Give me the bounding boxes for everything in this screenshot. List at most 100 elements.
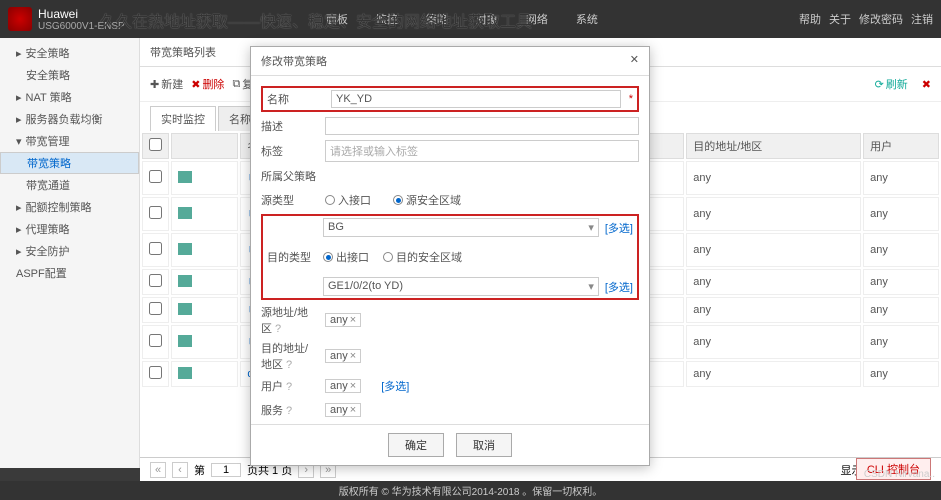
sidebar-bandwidth-policy[interactable]: 带宽策略 <box>0 152 139 174</box>
sidebar-security-policy[interactable]: ▸ 安全策略 <box>0 42 139 64</box>
radio-in-interface[interactable]: 入接口 <box>325 192 371 208</box>
lbl-svc: 服务 <box>261 402 317 418</box>
row-user: any <box>863 325 939 359</box>
cancel-button[interactable]: 取消 <box>456 433 512 457</box>
more-link[interactable]: [多选] <box>605 220 633 236</box>
tag-input[interactable]: 请选择或输入标签 <box>325 140 639 162</box>
row-user: any <box>863 361 939 387</box>
sidebar-nat-policy[interactable]: ▸ NAT 策略 <box>0 86 139 108</box>
row-icon <box>178 207 192 219</box>
row-icon <box>178 367 192 379</box>
nav-monitor[interactable]: 监控 <box>368 7 406 31</box>
sidebar-proxy[interactable]: ▸ 代理策略 <box>0 218 139 240</box>
sidebar: ▸ 安全策略 安全策略 ▸ NAT 策略 ▸ 服务器负载均衡 ▾ 带宽管理 带宽… <box>0 38 140 468</box>
topbar: Huawei USG6000V1-ENSP 面板 监控 策略 对象 网络 系统 … <box>0 0 941 38</box>
row-icon <box>178 303 192 315</box>
lbl-desc: 描述 <box>261 118 317 134</box>
col-check[interactable] <box>142 133 169 159</box>
nav-object[interactable]: 对象 <box>468 7 506 31</box>
edit-policy-modal: 修改带宽策略 ✕ 名称 YK_YD * 描述 标签请选择或输入标签 所属父策略 … <box>250 46 650 466</box>
nav-system[interactable]: 系统 <box>568 7 606 31</box>
about-link[interactable]: 关于 <box>829 11 851 27</box>
lbl-user: 用户 <box>261 378 317 394</box>
lbl-name: 名称 <box>267 91 323 107</box>
lbl-src-zone: 源地址/地区 <box>261 304 317 336</box>
change-password-link[interactable]: 修改密码 <box>859 11 903 27</box>
desc-input[interactable] <box>325 117 639 135</box>
sidebar-aspf[interactable]: ASPF配置 <box>0 262 139 284</box>
row-dst: any <box>686 361 861 387</box>
sidebar-quota[interactable]: ▸ 配额控制策略 <box>0 196 139 218</box>
chip-any[interactable]: any× <box>325 313 361 327</box>
row-checkbox[interactable] <box>149 242 162 255</box>
row-checkbox[interactable] <box>149 206 162 219</box>
row-checkbox[interactable] <box>149 302 162 315</box>
brand-model: USG6000V1-ENSP <box>38 21 125 32</box>
logout-link[interactable]: 注销 <box>911 11 933 27</box>
huawei-logo-icon <box>8 7 32 31</box>
page-input[interactable] <box>211 463 241 477</box>
brand-name: Huawei <box>38 7 125 21</box>
lbl-parent: 所属父策略 <box>261 168 317 184</box>
top-right-links: 帮助 关于 修改密码 注销 <box>799 11 933 27</box>
col-icon <box>171 133 238 159</box>
row-checkbox[interactable] <box>149 170 162 183</box>
row-user: any <box>863 197 939 231</box>
src-zone-select[interactable]: BG▾ <box>323 218 599 237</box>
row-icon <box>178 335 192 347</box>
row-dst: any <box>686 269 861 295</box>
row-user: any <box>863 161 939 195</box>
lbl-src-type: 源类型 <box>261 192 317 208</box>
lbl-tag: 标签 <box>261 143 317 159</box>
dst-if-select[interactable]: GE1/0/2(to YD)▾ <box>323 277 599 296</box>
more-link-2[interactable]: [多选] <box>605 279 633 295</box>
chip-any[interactable]: any× <box>325 379 361 393</box>
nav-network[interactable]: 网络 <box>518 7 556 31</box>
row-checkbox[interactable] <box>149 366 162 379</box>
row-user: any <box>863 233 939 267</box>
row-user: any <box>863 297 939 323</box>
close-icon[interactable]: ✖ <box>922 78 931 91</box>
delete-button[interactable]: ✖ 删除 <box>191 76 224 92</box>
radio-out-interface[interactable]: 出接口 <box>323 249 369 265</box>
nav-policy[interactable]: 策略 <box>418 7 456 31</box>
row-icon <box>178 275 192 287</box>
refresh-button[interactable]: ⟳ 刷新 <box>875 76 908 92</box>
modal-title: 修改带宽策略 <box>261 53 327 69</box>
page-prev[interactable]: ‹ <box>172 462 188 478</box>
lbl-dst-zone: 目的地址/地区 <box>261 340 317 372</box>
lbl-dst-type: 目的类型 <box>267 249 323 265</box>
row-checkbox[interactable] <box>149 334 162 347</box>
radio-dst-zone[interactable]: 目的安全区域 <box>383 249 462 265</box>
more-link-3[interactable]: [多选] <box>381 378 409 394</box>
col-dst: 目的地址/地区 <box>686 133 861 159</box>
nav-panel[interactable]: 面板 <box>318 7 356 31</box>
watermark: CSDN Nirvana.. <box>864 469 935 480</box>
tab-realtime[interactable]: 实时监控 <box>150 106 216 131</box>
row-dst: any <box>686 233 861 267</box>
top-nav: 面板 监控 策略 对象 网络 系统 <box>125 7 799 31</box>
col-user: 用户 <box>863 133 939 159</box>
radio-src-zone[interactable]: 源安全区域 <box>393 192 461 208</box>
required-star: * <box>629 93 633 105</box>
row-user: any <box>863 269 939 295</box>
logo: Huawei USG6000V1-ENSP <box>8 7 125 32</box>
sidebar-security-policy-sub[interactable]: 安全策略 <box>0 64 139 86</box>
sidebar-bandwidth-channel[interactable]: 带宽通道 <box>0 174 139 196</box>
row-dst: any <box>686 297 861 323</box>
page-first[interactable]: « <box>150 462 166 478</box>
chip-any[interactable]: any× <box>325 403 361 417</box>
sidebar-security-defense[interactable]: ▸ 安全防护 <box>0 240 139 262</box>
new-button[interactable]: ✚ 新建 <box>150 76 183 92</box>
sidebar-bandwidth[interactable]: ▾ 带宽管理 <box>0 130 139 152</box>
name-input[interactable]: YK_YD <box>331 90 621 108</box>
row-icon <box>178 171 192 183</box>
sidebar-server-lb[interactable]: ▸ 服务器负载均衡 <box>0 108 139 130</box>
row-dst: any <box>686 325 861 359</box>
row-icon <box>178 243 192 255</box>
ok-button[interactable]: 确定 <box>388 433 444 457</box>
row-checkbox[interactable] <box>149 274 162 287</box>
modal-close-icon[interactable]: ✕ <box>630 53 639 69</box>
chip-any[interactable]: any× <box>325 349 361 363</box>
help-link[interactable]: 帮助 <box>799 11 821 27</box>
